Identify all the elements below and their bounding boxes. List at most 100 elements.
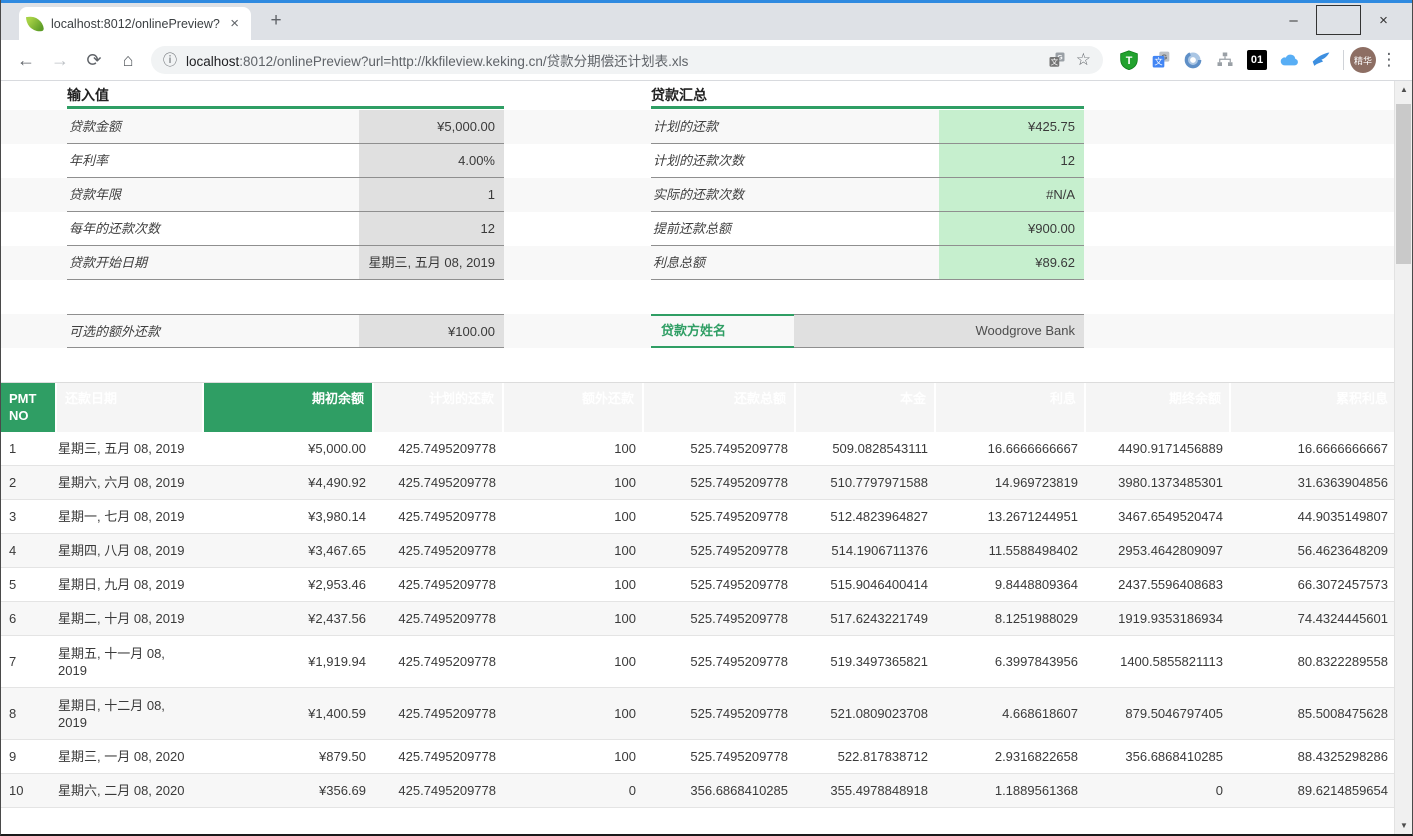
swirl-extension-icon[interactable] — [1180, 47, 1206, 73]
01-badge-extension-icon[interactable]: 01 — [1244, 47, 1270, 73]
input-section-title: 输入值 — [67, 85, 109, 105]
header-cell: 期初余额 — [204, 383, 374, 432]
cell: 1400.5855821113 — [1086, 636, 1231, 687]
header-cell: 额外还款 — [504, 383, 644, 432]
cell: 425.7495209778 — [374, 432, 504, 465]
table-row: 贷款年限1 — [67, 178, 504, 212]
cell: 0 — [1086, 774, 1231, 807]
home-button[interactable]: ⌂ — [113, 45, 143, 75]
cell: 星期六, 二月 08, 2020 — [57, 774, 204, 807]
bird-extension-icon[interactable] — [1308, 47, 1334, 73]
minimize-button[interactable]: – — [1271, 5, 1316, 35]
cell: 88.4325298286 — [1231, 740, 1396, 773]
input-rows: 贷款金额¥5,000.00年利率4.00%贷款年限1每年的还款次数12贷款开始日… — [67, 110, 504, 280]
amortization-table-body: 1星期三, 五月 08, 2019¥5,000.00425.7495209778… — [1, 432, 1396, 808]
cell: 9.8448809364 — [936, 568, 1086, 601]
extra-payment-row: 可选的额外还款 ¥100.00 — [67, 314, 504, 348]
cell: 515.9046400414 — [796, 568, 936, 601]
tab-title: localhost:8012/onlinePreview? — [51, 17, 226, 31]
window-controls: – × — [1271, 5, 1406, 35]
cell: 525.7495209778 — [644, 466, 796, 499]
row-value: 4.00% — [359, 144, 504, 177]
cell: 3467.6549520474 — [1086, 500, 1231, 533]
sitemap-extension-icon[interactable] — [1212, 47, 1238, 73]
maximize-button[interactable] — [1316, 5, 1361, 35]
cell: 16.6666666667 — [936, 432, 1086, 465]
bookmark-star-icon[interactable]: ☆ — [1076, 50, 1091, 70]
cloud-extension-icon[interactable] — [1276, 47, 1302, 73]
cell: 100 — [504, 602, 644, 635]
table-row: 7星期五, 十一月 08, 2019¥1,919.94425.749520977… — [1, 636, 1396, 688]
cell: 514.1906711376 — [796, 534, 936, 567]
row-label: 实际的还款次数 — [651, 178, 939, 211]
cell: 521.0809023708 — [796, 688, 936, 739]
row-value: 12 — [939, 144, 1084, 177]
table-row: 贷款开始日期星期三, 五月 08, 2019 — [67, 246, 504, 280]
site-info-icon[interactable]: ⓘ — [163, 50, 177, 70]
cell: 425.7495209778 — [374, 688, 504, 739]
table-row: 9星期三, 一月 08, 2020¥879.50425.749520977810… — [1, 740, 1396, 774]
browser-tab[interactable]: localhost:8012/onlinePreview? × — [19, 7, 251, 40]
translate-page-icon[interactable]: G文 — [1048, 51, 1066, 69]
cell: 2953.4642809097 — [1086, 534, 1231, 567]
reload-button[interactable]: ⟳ — [79, 45, 109, 75]
cell: 星期四, 八月 08, 2019 — [57, 534, 204, 567]
svg-text:文: 文 — [1154, 57, 1163, 67]
cell: ¥5,000.00 — [204, 432, 374, 465]
lender-name-label: 贷款方姓名 — [651, 314, 794, 348]
extra-payment-label: 可选的额外还款 — [67, 315, 359, 347]
svg-text:T: T — [1126, 55, 1133, 67]
cell: 星期三, 一月 08, 2020 — [57, 740, 204, 773]
table-row: 利息总额¥89.62 — [651, 246, 1084, 280]
cell: 519.3497365821 — [796, 636, 936, 687]
cell: ¥1,919.94 — [204, 636, 374, 687]
cell: 879.5046797405 — [1086, 688, 1231, 739]
forward-button[interactable]: → — [45, 45, 75, 75]
cell: 2437.5596408683 — [1086, 568, 1231, 601]
cell: 100 — [504, 568, 644, 601]
cell: 425.7495209778 — [374, 774, 504, 807]
row-value: ¥900.00 — [939, 212, 1084, 245]
table-row: 每年的还款次数12 — [67, 212, 504, 246]
row-value: ¥89.62 — [939, 246, 1084, 279]
scroll-down-icon[interactable]: ▼ — [1395, 817, 1412, 834]
tab-close-icon[interactable]: × — [226, 15, 243, 32]
cell: 0 — [504, 774, 644, 807]
cell: 355.4978848918 — [796, 774, 936, 807]
new-tab-button[interactable]: + — [263, 9, 289, 35]
cell: 2.9316822658 — [936, 740, 1086, 773]
cell: 星期一, 七月 08, 2019 — [57, 500, 204, 533]
back-button[interactable]: ← — [11, 45, 41, 75]
table-row: 年利率4.00% — [67, 144, 504, 178]
input-section-underline — [67, 106, 504, 109]
cell: 85.5008475628 — [1231, 688, 1396, 739]
profile-avatar[interactable]: 精华 — [1350, 47, 1376, 73]
cell: 44.9035149807 — [1231, 500, 1396, 533]
row-value: 星期三, 五月 08, 2019 — [359, 246, 504, 279]
cell: 3 — [1, 500, 57, 533]
header-cell: 还款总额 — [644, 383, 796, 432]
header-cell: 还款日期 — [57, 383, 204, 432]
shield-extension-icon[interactable]: T — [1116, 47, 1142, 73]
cell: 7 — [1, 636, 57, 687]
close-button[interactable]: × — [1361, 5, 1406, 35]
cell: 100 — [504, 500, 644, 533]
vertical-scrollbar[interactable]: ▲ ▼ — [1394, 81, 1412, 834]
scrollbar-thumb[interactable] — [1396, 104, 1411, 264]
address-bar[interactable]: ⓘ localhost:8012/onlinePreview?url=http:… — [151, 46, 1103, 74]
row-label: 贷款开始日期 — [67, 246, 359, 279]
header-cell: 期终余额 — [1086, 383, 1231, 432]
scroll-up-icon[interactable]: ▲ — [1395, 81, 1412, 98]
translate-extension-icon[interactable]: G文 — [1148, 47, 1174, 73]
cell: 11.5588498402 — [936, 534, 1086, 567]
cell: 425.7495209778 — [374, 466, 504, 499]
cell: 8 — [1, 688, 57, 739]
url-text: localhost:8012/onlinePreview?url=http://… — [186, 50, 1038, 70]
cell: ¥356.69 — [204, 774, 374, 807]
cell: 525.7495209778 — [644, 636, 796, 687]
cell: 4490.9171456889 — [1086, 432, 1231, 465]
cell: 100 — [504, 466, 644, 499]
browser-menu-icon[interactable]: ⋮ — [1376, 50, 1402, 70]
cell: 星期六, 六月 08, 2019 — [57, 466, 204, 499]
cell: 1.1889561368 — [936, 774, 1086, 807]
